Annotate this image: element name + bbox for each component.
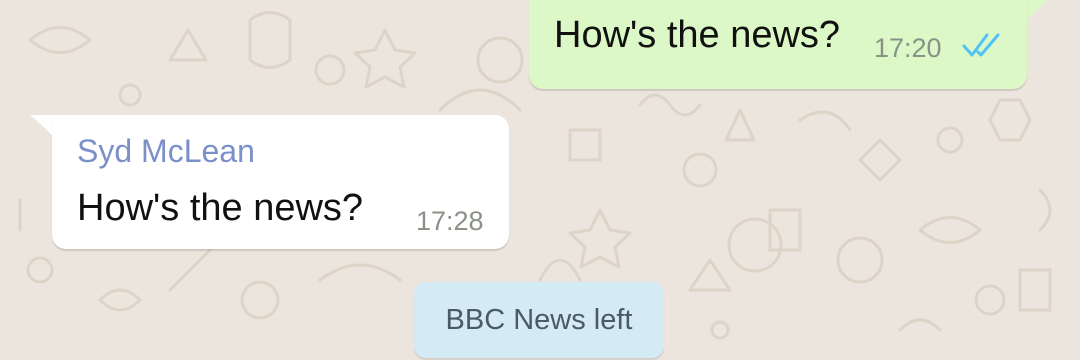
incoming-bubble-tail bbox=[30, 115, 54, 137]
outgoing-bubble-tail bbox=[1024, 0, 1048, 22]
incoming-message-bubble[interactable]: Syd McLean How's the news? 17:28 bbox=[52, 115, 509, 249]
sender-name[interactable]: Syd McLean bbox=[77, 133, 255, 170]
system-notification: BBC News left bbox=[414, 282, 664, 358]
message-timestamp: 17:28 bbox=[416, 206, 484, 236]
message-timestamp: 17:20 bbox=[874, 33, 942, 63]
message-text: How's the news? bbox=[554, 14, 841, 56]
message-text: How's the news? bbox=[77, 187, 364, 229]
read-double-tick-icon bbox=[962, 33, 1000, 57]
outgoing-message-bubble[interactable]: How's the news? 17:20 bbox=[529, 0, 1027, 89]
